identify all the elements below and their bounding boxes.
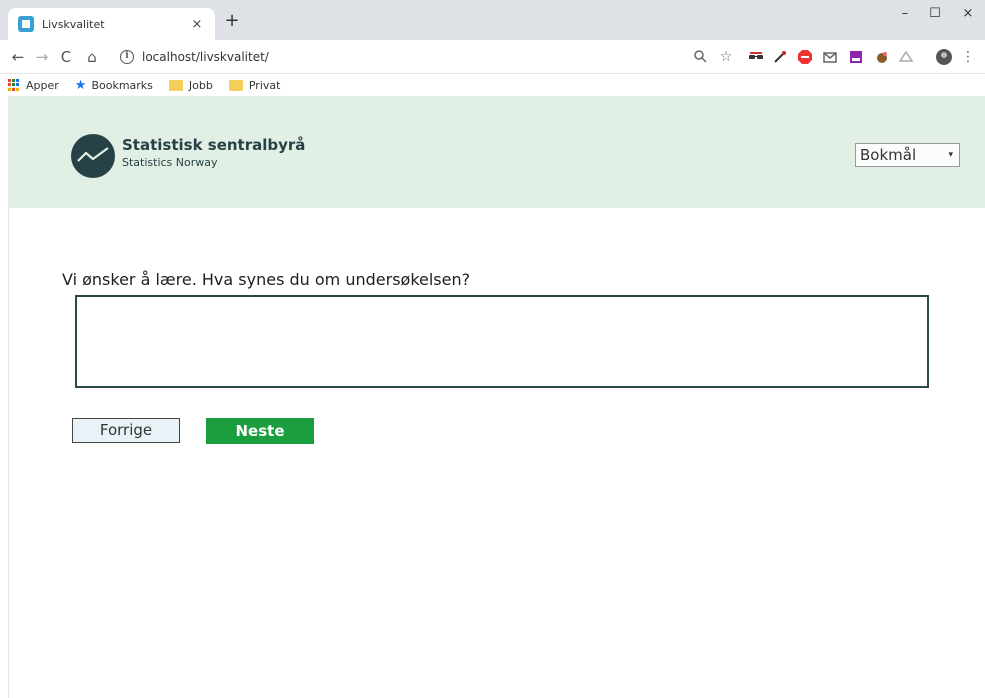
bookmark-apps[interactable]: Apper <box>8 79 59 92</box>
bookmark-privat[interactable]: Privat <box>228 78 281 92</box>
bookmark-bookmarks[interactable]: ★ Bookmarks <box>75 78 153 93</box>
next-button[interactable]: Neste <box>206 418 314 444</box>
folder-icon <box>168 79 183 91</box>
browser-tab[interactable]: Livskvalitet × <box>8 8 215 40</box>
bookmark-star-icon[interactable]: ☆ <box>718 49 734 65</box>
address-bar[interactable]: i localhost/livskvalitet/ <box>120 45 680 69</box>
adblock-icon[interactable] <box>797 49 813 65</box>
star-icon: ★ <box>74 77 87 93</box>
reload-button[interactable]: C <box>56 47 76 67</box>
extension-cloud-icon[interactable] <box>898 49 914 65</box>
logo-title: Statistisk sentralbyrå <box>122 136 306 154</box>
page-content: Statistisk sentralbyrå Statistics Norway… <box>8 96 985 698</box>
site-logo-text: Statistisk sentralbyrå Statistics Norway <box>122 136 305 169</box>
bookmark-label: Apper <box>26 78 59 92</box>
extension-mail-icon[interactable] <box>822 49 838 65</box>
window-close-button[interactable]: × <box>953 6 983 21</box>
folder-icon <box>228 79 243 91</box>
language-selected: Bokmål <box>860 146 917 164</box>
site-info-icon[interactable]: i <box>120 50 134 64</box>
extension-eyedropper-icon[interactable] <box>772 49 788 65</box>
ssb-logo-icon <box>71 134 115 178</box>
apps-grid-icon <box>8 79 20 91</box>
minimize-button[interactable]: – <box>890 6 920 21</box>
site-favicon-icon <box>18 16 34 32</box>
new-tab-button[interactable]: + <box>220 10 244 31</box>
dropdown-arrow-icon: ▾ <box>948 150 953 160</box>
maximize-button[interactable]: ☐ <box>920 6 950 21</box>
language-select[interactable]: Bokmål ▾ <box>855 143 960 167</box>
extension-rp-icon[interactable] <box>848 49 864 65</box>
previous-button[interactable]: Forrige <box>72 418 180 443</box>
url-text[interactable]: localhost/livskvalitet/ <box>142 50 269 64</box>
browser-toolbar: ← → C ⌂ i localhost/livskvalitet/ ☆ ⋮ <box>0 40 985 74</box>
bookmark-jobb[interactable]: Jobb <box>168 78 213 92</box>
site-header: Statistisk sentralbyrå Statistics Norway… <box>9 96 985 208</box>
bookmarks-bar: Apper ★ Bookmarks Jobb Privat <box>0 74 985 96</box>
bookmark-label: Privat <box>248 78 281 92</box>
zoom-icon[interactable] <box>692 49 708 65</box>
forward-button[interactable]: → <box>32 47 52 67</box>
home-button[interactable]: ⌂ <box>82 47 102 67</box>
bookmark-label: Bookmarks <box>91 78 153 92</box>
profile-avatar-icon[interactable] <box>936 49 952 65</box>
bookmark-label: Jobb <box>188 78 213 92</box>
question-label: Vi ønsker å lære. Hva synes du om unders… <box>62 270 471 289</box>
logo-subtitle: Statistics Norway <box>122 156 218 169</box>
tab-close-icon[interactable]: × <box>189 17 205 32</box>
back-button[interactable]: ← <box>8 47 28 67</box>
feedback-textarea[interactable] <box>75 295 929 388</box>
extension-cookie-icon[interactable] <box>874 49 890 65</box>
tab-title: Livskvalitet <box>42 17 105 31</box>
browser-tab-strip: Livskvalitet × + – ☐ × <box>0 0 985 40</box>
extension-glasses-icon[interactable] <box>748 49 764 65</box>
browser-menu-icon[interactable]: ⋮ <box>960 49 976 65</box>
